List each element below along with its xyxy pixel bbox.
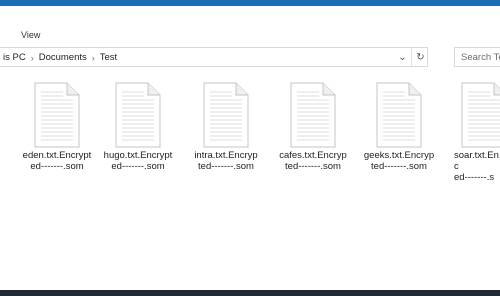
- file-list: eden.txt.Encrypt ed-------.som hugo.txt.E…: [0, 72, 500, 290]
- breadcrumb-documents[interactable]: Documents: [39, 52, 87, 63]
- file-name: eden.txt.Encrypt ed-------.som: [22, 150, 92, 172]
- navigation-bar: is PC › Documents › Test ⌄ ↻ Search Te: [0, 46, 500, 70]
- chevron-right-icon[interactable]: ›: [31, 53, 34, 63]
- file-name: geeks.txt.Encryp ted-------.som: [363, 150, 435, 172]
- chevron-right-icon[interactable]: ›: [92, 53, 95, 63]
- breadcrumb: is PC › Documents › Test: [3, 52, 117, 63]
- file-item[interactable]: intra.txt.Encryp ted-------.som: [186, 82, 266, 172]
- text-file-icon: [203, 82, 249, 148]
- file-name: soar.txt.Enc ed-------.s: [454, 150, 499, 183]
- file-item[interactable]: eden.txt.Encrypt ed-------.som: [17, 82, 97, 172]
- search-placeholder: Search Te: [461, 52, 500, 63]
- file-item[interactable]: geeks.txt.Encryp ted-------.som: [359, 82, 439, 172]
- tab-view[interactable]: View: [21, 30, 40, 40]
- taskbar: [0, 290, 500, 296]
- text-file-icon: [461, 82, 500, 148]
- file-name: cafes.txt.Encryp ted-------.som: [279, 150, 347, 172]
- file-item[interactable]: cafes.txt.Encryp ted-------.som: [273, 82, 353, 172]
- breadcrumb-this-pc[interactable]: is PC: [3, 52, 26, 63]
- search-input[interactable]: Search Te: [454, 47, 500, 67]
- file-item[interactable]: hugo.txt.Encrypt ed-------.som: [98, 82, 178, 172]
- address-bar[interactable]: is PC › Documents › Test ⌄ ↻: [0, 47, 428, 67]
- text-file-icon: [115, 82, 161, 148]
- file-name: hugo.txt.Encrypt ed-------.som: [103, 150, 173, 172]
- breadcrumb-test[interactable]: Test: [100, 52, 117, 63]
- ribbon: View: [0, 6, 500, 42]
- file-name: intra.txt.Encryp ted-------.som: [194, 150, 258, 172]
- text-file-icon: [34, 82, 80, 148]
- refresh-icon[interactable]: ↻: [411, 48, 429, 66]
- file-item[interactable]: soar.txt.Enc ed-------.s: [446, 82, 500, 183]
- text-file-icon: [376, 82, 422, 148]
- chevron-down-icon[interactable]: ⌄: [394, 48, 411, 66]
- text-file-icon: [290, 82, 336, 148]
